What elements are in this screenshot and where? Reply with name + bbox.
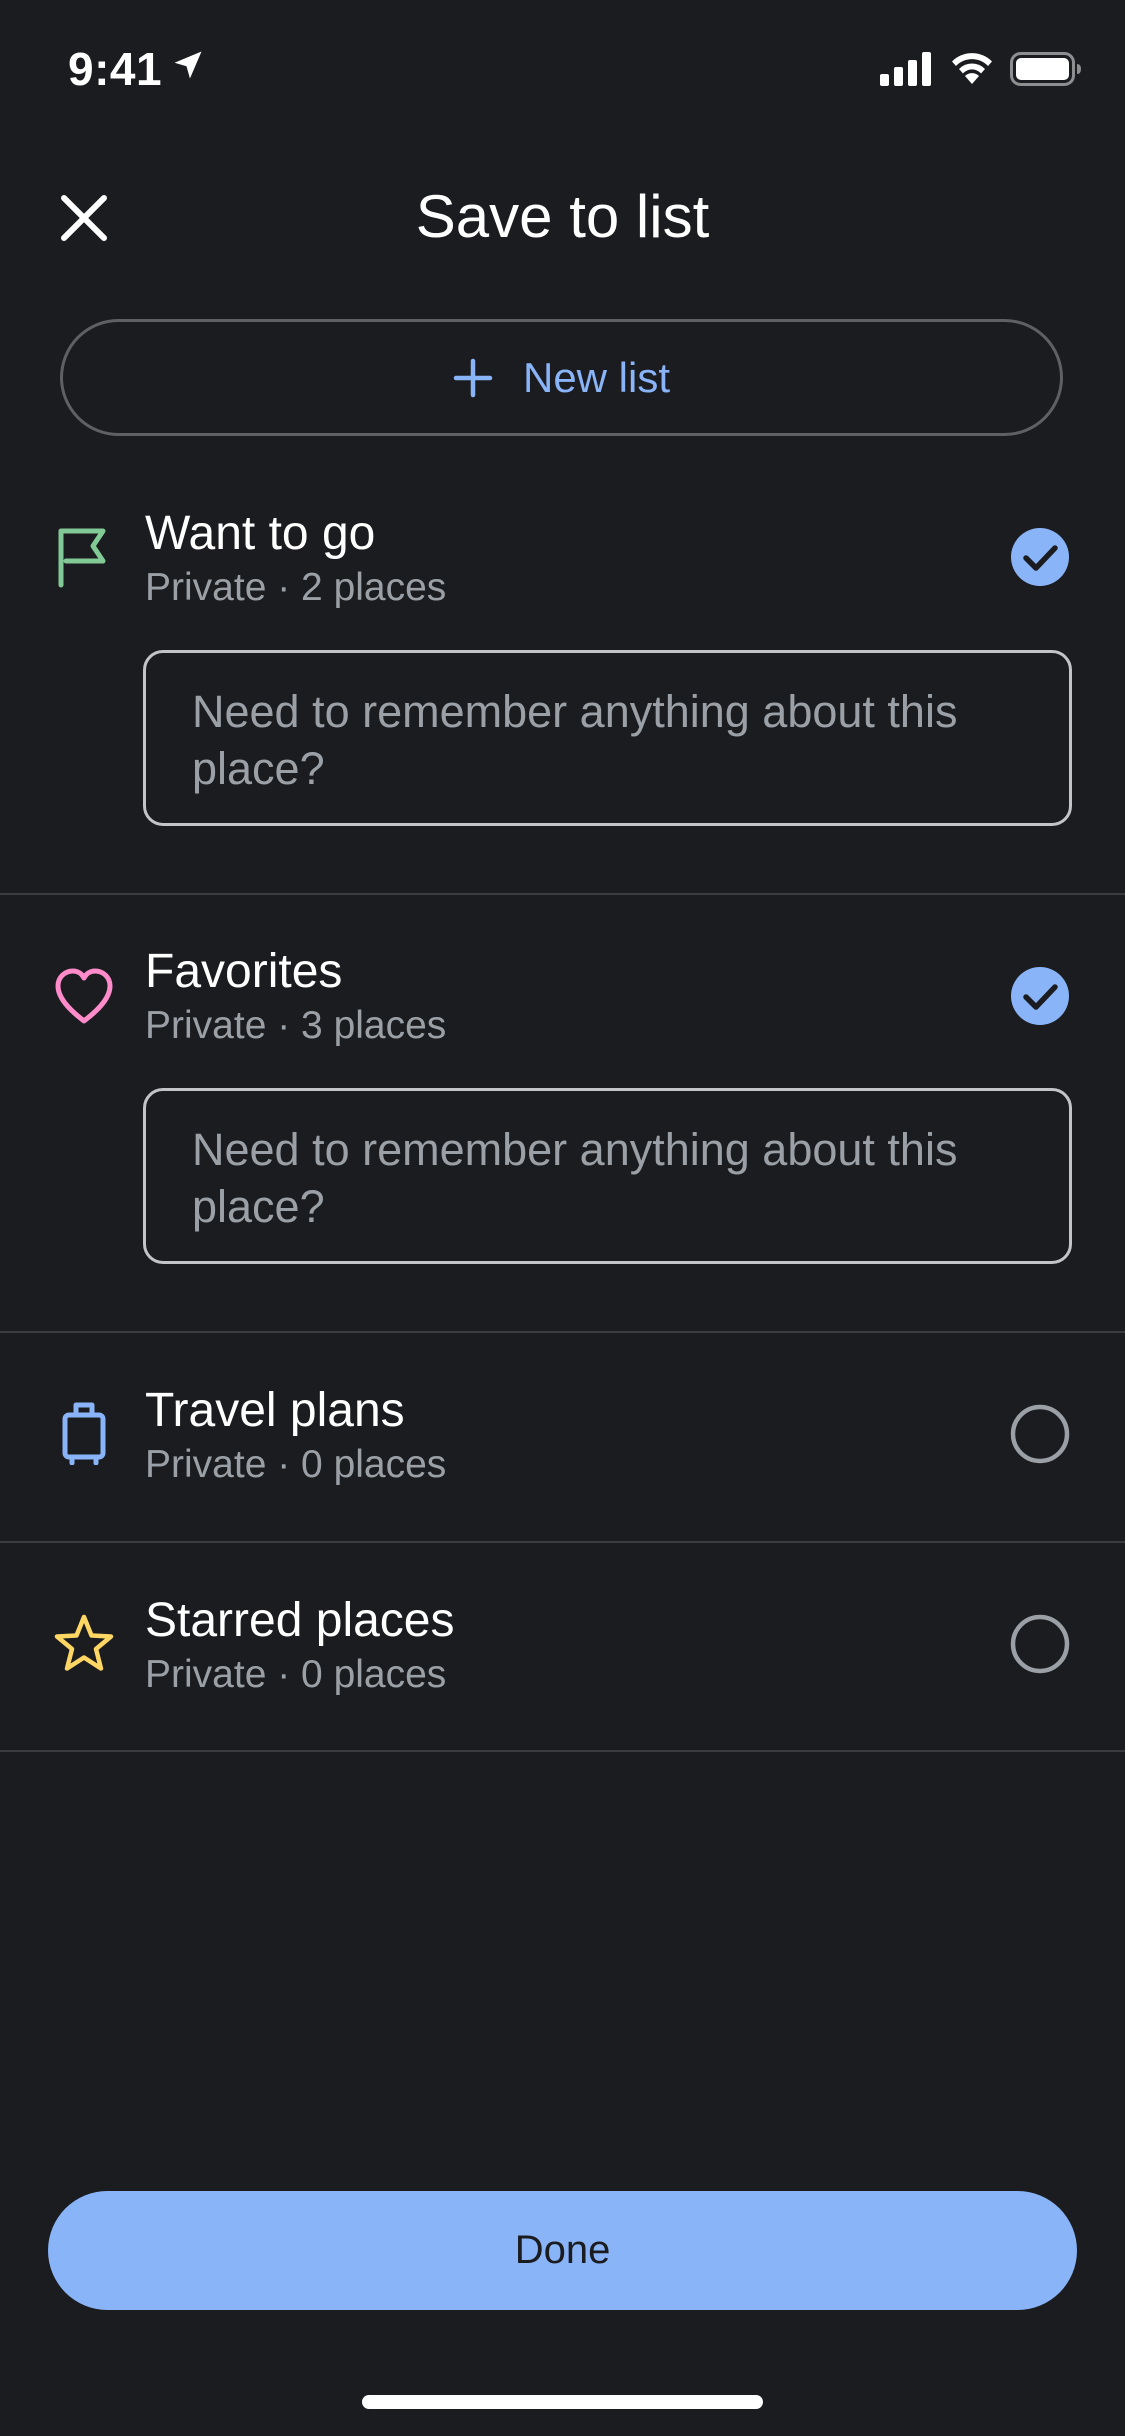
list-meta: Private · 3 places [145, 1004, 447, 1047]
status-time: 9:41 [68, 43, 163, 95]
home-indicator [362, 2395, 763, 2409]
new-list-button[interactable]: New list [60, 319, 1063, 436]
divider [0, 893, 1125, 895]
new-list-label: New list [522, 353, 671, 401]
checked-checkbox-icon[interactable] [1010, 966, 1070, 1026]
list-name: Favorites [145, 945, 343, 998]
suitcase-icon [62, 1402, 106, 1465]
done-button[interactable]: Done [48, 2191, 1077, 2310]
heart-icon [55, 968, 113, 1024]
plus-icon [453, 358, 493, 397]
wifi-icon [952, 53, 992, 84]
note-field-favorites[interactable]: Need to remember anything about this pla… [143, 1088, 1072, 1264]
unchecked-checkbox-icon[interactable] [1010, 1404, 1070, 1464]
star-icon [54, 1614, 114, 1671]
list-name: Want to go [145, 507, 376, 560]
note-field-want-to-go[interactable]: Need to remember anything about this pla… [143, 650, 1072, 826]
list-meta: Private · 0 places [145, 1443, 447, 1486]
cellular-signal-icon [880, 52, 931, 86]
list-name: Starred places [145, 1594, 455, 1647]
list-meta: Private · 0 places [145, 1653, 447, 1696]
status-bar: 9:41 [0, 0, 1125, 132]
unchecked-checkbox-icon[interactable] [1010, 1614, 1070, 1674]
list-name: Travel plans [145, 1384, 405, 1437]
page-title: Save to list [415, 183, 710, 250]
divider [0, 1331, 1125, 1333]
location-arrow-icon [174, 51, 202, 79]
divider [0, 1541, 1125, 1543]
divider [0, 1750, 1125, 1752]
flag-icon [58, 528, 106, 588]
checked-checkbox-icon[interactable] [1010, 527, 1070, 587]
battery-icon [1010, 52, 1081, 86]
done-label: Done [514, 2228, 611, 2272]
list-meta: Private · 2 places [145, 566, 447, 609]
